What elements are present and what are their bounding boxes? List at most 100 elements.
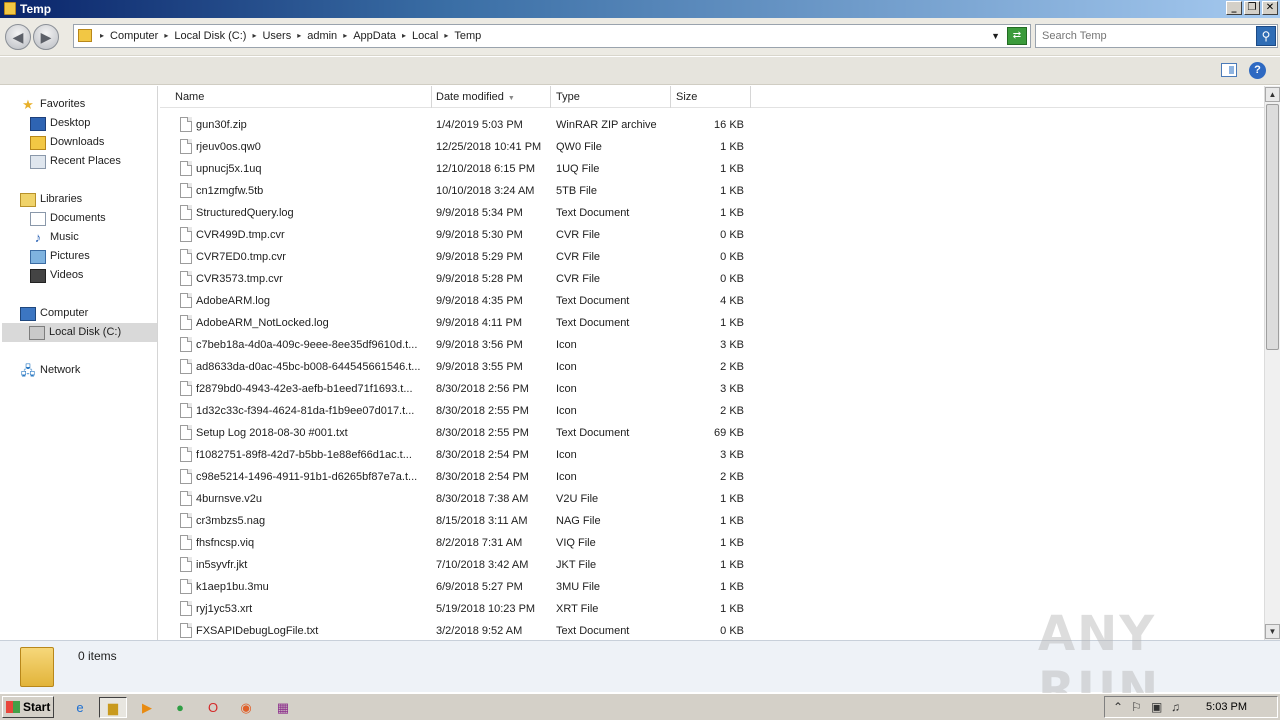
explorer-icon[interactable]: ▆ [99,697,127,718]
minimize-button[interactable]: _ [1226,1,1242,15]
star-icon: ★ [22,96,34,112]
chevron-right-icon[interactable]: ▸ [295,25,303,47]
media-player-icon[interactable]: ▶ [133,697,161,718]
file-size: 1 KB [720,559,744,571]
file-type: Text Document [556,317,630,329]
chevron-right-icon[interactable]: ▸ [442,25,450,47]
refresh-icon[interactable]: ⇄ [1007,27,1027,45]
table-row[interactable]: c7beb18a-4d0a-409c-9eee-8ee35df9610d.t..… [160,334,1266,356]
table-row[interactable]: gun30f.zip 1/4/2019 5:03 PM WinRAR ZIP arc… [160,114,1266,136]
opera-icon[interactable]: O [199,697,227,718]
breadcrumb-item[interactable]: Local [408,25,442,47]
column-header-type[interactable]: Type [551,86,671,108]
chevron-right-icon[interactable]: ▸ [400,25,408,47]
scroll-thumb[interactable] [1266,104,1279,350]
restore-button[interactable]: ❐ [1244,1,1260,15]
chevron-right-icon[interactable]: ▸ [250,25,258,47]
file-name: ad8633da-d0ac-45bc-b008-644545661546.t..… [196,361,421,373]
file-icon [180,271,192,286]
breadcrumb-item[interactable]: Local Disk (C:) [170,25,250,47]
table-row[interactable]: rjeuv0os.qw0 12/25/2018 10:41 PM QW0 File 1… [160,136,1266,158]
table-row[interactable]: cn1zmgfw.5tb 10/10/2018 3:24 AM 5TB File 1 … [160,180,1266,202]
nav-music[interactable]: ♪ Music [30,228,79,247]
vertical-scrollbar[interactable]: ▲ ▼ [1264,86,1280,640]
table-row[interactable]: k1aep1bu.3mu 6/9/2018 5:27 PM 3MU File 1 KB [160,576,1266,598]
table-row[interactable]: fhsfncsp.viq 8/2/2018 7:31 AM VIQ File 1 KB [160,532,1266,554]
table-row[interactable]: CVR7ED0.tmp.cvr 9/9/2018 5:29 PM CVR File 0… [160,246,1266,268]
nav-label: Videos [50,269,84,281]
table-row[interactable]: ad8633da-d0ac-45bc-b008-644545661546.t..… [160,356,1266,378]
file-date: 8/30/2018 2:54 PM [436,471,529,483]
chevron-right-icon[interactable]: ▸ [98,25,106,47]
file-size: 1 KB [720,537,744,549]
file-size: 1 KB [720,515,744,527]
file-date: 8/30/2018 2:55 PM [436,427,529,439]
breadcrumb-item[interactable]: Temp [450,25,485,47]
nav-videos[interactable]: Videos [30,266,83,285]
nav-computer[interactable]: Computer [20,304,88,323]
address-dropdown-icon[interactable]: ▼ [991,31,1000,41]
search-input[interactable] [1035,24,1278,48]
table-row[interactable]: f2879bd0-4943-42e3-aefb-b1eed71f1693.t..… [160,378,1266,400]
chrome-icon[interactable]: ● [166,697,194,718]
winrar-icon[interactable]: ▦ [269,697,297,718]
nav-downloads[interactable]: Downloads [30,133,104,152]
column-header-date[interactable]: Date modified ▼ [431,86,551,108]
nav-documents[interactable]: Documents [30,209,106,228]
file-size: 3 KB [720,339,744,351]
chevron-right-icon[interactable]: ▸ [341,25,349,47]
nav-libraries[interactable]: Libraries [20,190,82,209]
table-row[interactable]: 4burnsve.v2u 8/30/2018 7:38 AM V2U File 1 K… [160,488,1266,510]
nav-local-disk[interactable]: Local Disk (C:) [2,323,157,342]
back-button[interactable]: ◀ [5,24,31,50]
address-bar[interactable]: ▸ Computer ▸ Local Disk (C:) ▸ Users ▸ a… [73,24,1031,48]
start-button[interactable]: Start [2,696,54,718]
file-date: 9/9/2018 5:30 PM [436,229,523,241]
internet-explorer-icon[interactable]: e [66,697,94,718]
file-type: CVR File [556,251,601,263]
breadcrumb-item[interactable]: Users [258,25,295,47]
table-row[interactable]: 1d32c33c-f394-4624-81da-f1b9ee07d017.t..… [160,400,1266,422]
nav-label: Recent Places [50,155,121,167]
table-row[interactable]: AdobeARM.log 9/9/2018 4:35 PM Text Documen… [160,290,1266,312]
search-icon[interactable]: ⚲ [1256,26,1276,46]
table-row[interactable]: StructuredQuery.log 9/9/2018 5:34 PM Text … [160,202,1266,224]
firefox-icon[interactable]: ◉ [232,697,260,718]
table-row[interactable]: Setup Log 2018-08-30 #001.txt 8/30/2018 2… [160,422,1266,444]
file-type: QW0 File [556,141,602,153]
help-icon[interactable]: ? [1249,62,1266,79]
table-row[interactable]: c98e5214-1496-4911-91b1-d6265bf87e7a.t..… [160,466,1266,488]
table-row[interactable]: cr3mbzs5.nag 8/15/2018 3:11 AM NAG File 1 K… [160,510,1266,532]
column-header-size[interactable]: Size [671,86,751,108]
nav-favorites[interactable]: ★ Favorites [20,95,85,114]
table-row[interactable]: AdobeARM_NotLocked.log 9/9/2018 4:11 PM Te… [160,312,1266,334]
nav-network[interactable]: 🖧 Network [20,361,81,380]
file-size: 0 KB [720,229,744,241]
table-row[interactable]: CVR3573.tmp.cvr 9/9/2018 5:28 PM CVR File 0… [160,268,1266,290]
table-row[interactable]: f1082751-89f8-42d7-b5bb-1e88ef66d1ac.t..… [160,444,1266,466]
table-row[interactable]: CVR499D.tmp.cvr 9/9/2018 5:30 PM CVR File 0… [160,224,1266,246]
column-header-name[interactable]: Name [170,86,432,108]
clock[interactable]: 5:03 PM [1206,701,1247,713]
volume-icon[interactable]: ♫ [1171,700,1180,714]
forward-button[interactable]: ▶ [33,24,59,50]
flag-icon[interactable]: ⚐ [1131,700,1142,714]
scroll-up-icon[interactable]: ▲ [1265,87,1280,102]
close-button[interactable]: ✕ [1262,1,1278,15]
nav-recent-places[interactable]: Recent Places [30,152,121,171]
chevron-up-icon[interactable]: ⌃ [1113,700,1123,714]
nav-label: Desktop [50,117,91,129]
chevron-right-icon[interactable]: ▸ [162,25,170,47]
breadcrumb-item[interactable]: AppData [349,25,400,47]
nav-pictures[interactable]: Pictures [30,247,90,266]
file-name: FXSAPIDebugLogFile.txt [196,625,319,637]
nav-desktop[interactable]: Desktop [30,114,90,133]
network-tray-icon[interactable]: ▣ [1151,700,1162,714]
table-row[interactable]: upnucj5x.1uq 12/10/2018 6:15 PM 1UQ File 1 … [160,158,1266,180]
breadcrumb-item[interactable]: Computer [106,25,162,47]
preview-pane-icon[interactable] [1221,63,1237,77]
file-icon [180,491,192,506]
file-name: CVR3573.tmp.cvr [196,273,283,285]
breadcrumb-item[interactable]: admin [303,25,341,47]
table-row[interactable]: in5syvfr.jkt 7/10/2018 3:42 AM JKT File 1 K… [160,554,1266,576]
